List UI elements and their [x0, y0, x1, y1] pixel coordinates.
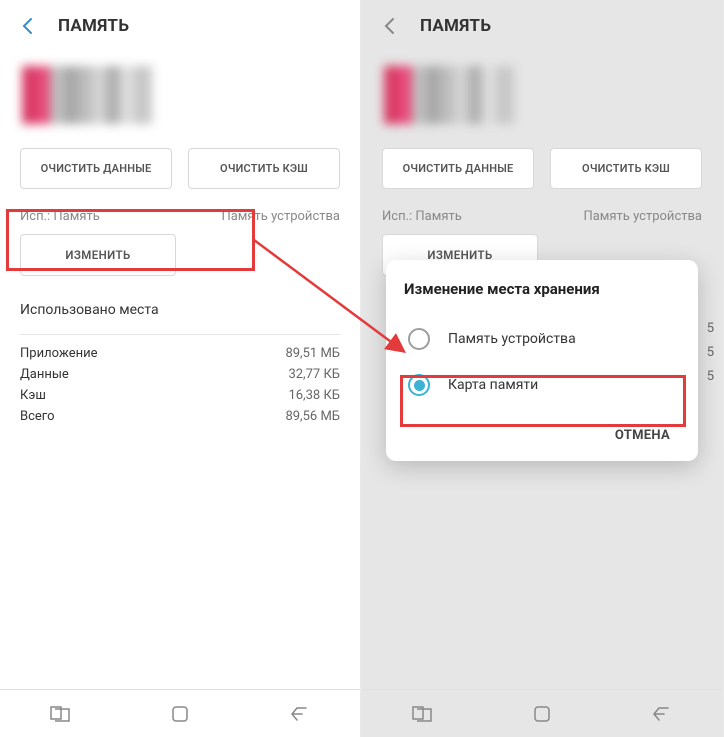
table-row: Кэш 16,38 КБ	[0, 385, 360, 406]
back-icon[interactable]	[16, 14, 40, 38]
row-value: 89,56 МБ	[285, 409, 340, 424]
row-value: 16,38 КБ	[288, 388, 340, 403]
dialog-title: Изменение места хранения	[404, 280, 680, 298]
used-memory-label: Исп.: Память	[20, 209, 100, 224]
used-space-heading: Использовано места	[0, 286, 360, 326]
row-value: 89,51 МБ	[285, 346, 340, 361]
option-device-memory[interactable]: Память устройства	[404, 316, 680, 362]
table-row: Приложение 89,51 МБ	[0, 343, 360, 364]
row-label: Кэш	[20, 388, 46, 403]
change-button-container: ИЗМЕНИТЬ	[0, 234, 360, 286]
radio-label: Память устройства	[448, 331, 576, 347]
recent-apps-icon[interactable]	[411, 703, 433, 725]
nav-bar	[0, 689, 360, 737]
change-storage-button[interactable]: ИЗМЕНИТЬ	[20, 234, 176, 276]
row-value: 32,77 КБ	[288, 367, 340, 382]
row-label: Всего	[20, 409, 55, 424]
row-label: Приложение	[20, 346, 98, 361]
cancel-button[interactable]: ОТМЕНА	[605, 422, 680, 449]
action-buttons: ОЧИСТИТЬ ДАННЫЕ ОЧИСТИТЬ КЭШ	[0, 142, 360, 203]
back-nav-icon[interactable]	[289, 703, 311, 725]
back-nav-icon[interactable]	[651, 703, 673, 725]
page-title: ПАМЯТЬ	[58, 16, 129, 36]
dialog-actions: ОТМЕНА	[404, 422, 680, 449]
storage-dialog: Изменение места хранения Память устройст…	[386, 260, 698, 461]
screen-left: ПАМЯТЬ ОЧИСТИТЬ ДАННЫЕ ОЧИСТИТЬ КЭШ Исп.…	[0, 0, 362, 737]
clear-cache-button[interactable]: ОЧИСТИТЬ КЭШ	[188, 148, 340, 189]
option-memory-card[interactable]: Карта памяти	[404, 362, 680, 408]
radio-icon-selected	[408, 374, 430, 396]
clear-data-button[interactable]: ОЧИСТИТЬ ДАННЫЕ	[20, 148, 172, 189]
nav-bar	[362, 689, 722, 737]
dialog-overlay: Изменение места хранения Память устройст…	[362, 0, 722, 689]
home-icon[interactable]	[531, 703, 553, 725]
table-row: Всего 89,56 МБ	[0, 406, 360, 427]
table-row: Данные 32,77 КБ	[0, 364, 360, 385]
row-label: Данные	[20, 367, 69, 382]
app-icon-placeholder	[22, 66, 152, 124]
screen-right: ПАМЯТЬ ОЧИСТИТЬ ДАННЫЕ ОЧИСТИТЬ КЭШ Исп.…	[362, 0, 724, 737]
home-icon[interactable]	[169, 703, 191, 725]
divider	[20, 334, 340, 335]
radio-icon	[408, 328, 430, 350]
recent-apps-icon[interactable]	[49, 703, 71, 725]
device-memory-label: Память устройства	[221, 209, 340, 224]
radio-label: Карта памяти	[448, 377, 538, 393]
header: ПАМЯТЬ	[0, 0, 360, 52]
storage-info-row: Исп.: Память Память устройства	[0, 203, 360, 234]
